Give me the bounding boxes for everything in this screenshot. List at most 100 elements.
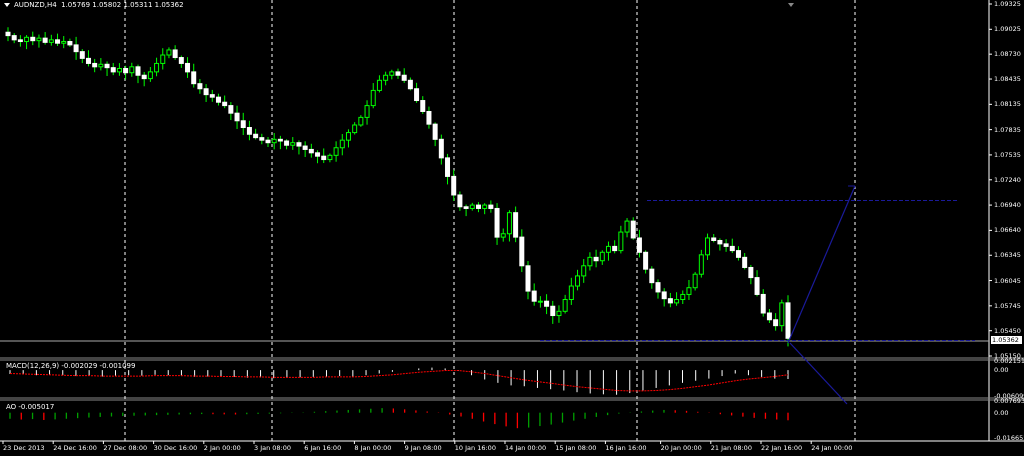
price-tick-label: 1.08135 (994, 100, 1021, 109)
candle-body (185, 62, 191, 73)
candle-body (463, 206, 469, 209)
candle-body (766, 312, 772, 321)
candle-body (73, 44, 79, 53)
time-tick-label: 23 Dec 2013 (3, 444, 45, 452)
candle-body (624, 220, 630, 233)
candle-body (92, 62, 98, 68)
candle-body (240, 120, 246, 129)
candle-body (383, 74, 389, 81)
candle-body (550, 305, 556, 317)
candle-body (785, 302, 791, 339)
time-tick-label: 20 Jan 00:00 (660, 444, 702, 452)
ao-tick-label: 0.007693 (994, 397, 1024, 405)
candle-body (420, 100, 426, 112)
price-tick-label: 1.05745 (994, 301, 1021, 310)
candle-body (67, 41, 73, 46)
candle-body (469, 204, 475, 209)
candle-body (568, 285, 574, 301)
candle-body (556, 310, 562, 317)
candle-body (587, 256, 593, 267)
candle-body (599, 251, 605, 262)
candle-body (364, 105, 370, 118)
candle-body (24, 36, 30, 43)
candle-body (253, 133, 259, 139)
candle-body (475, 204, 481, 209)
candle-body (98, 63, 104, 68)
time-tick-label: 27 Dec 08:00 (103, 444, 148, 452)
candle-body (432, 123, 438, 140)
candle-body (692, 273, 698, 289)
candle-body (401, 74, 407, 81)
candle-body (513, 212, 519, 238)
candle-body (129, 66, 135, 74)
candle-body (544, 300, 550, 307)
candle-body (643, 251, 649, 270)
candle-body (717, 239, 723, 245)
candle-body (674, 299, 680, 304)
candle-body (17, 39, 23, 43)
candle-body (705, 237, 711, 256)
time-tick-label: 22 Jan 16:00 (761, 444, 803, 452)
candle-body (345, 132, 351, 141)
candle-body (160, 54, 166, 64)
candle-body (135, 66, 141, 76)
candle-body (123, 67, 129, 74)
candle-body (661, 291, 667, 300)
chart-window[interactable]: AUDNZD,H4 1.05769 1.05802 1.05311 1.0536… (0, 0, 1024, 456)
candle-body (636, 237, 642, 253)
candle-body (531, 290, 537, 302)
candle-body (370, 89, 376, 107)
time-tick-label: 30 Dec 16:00 (153, 444, 198, 452)
chart-symbol-header: AUDNZD,H4 1.05769 1.05802 1.05311 1.0536… (14, 1, 184, 9)
candle-body (215, 96, 221, 103)
symbol-menu-arrow-icon[interactable] (4, 3, 10, 7)
candle-body (562, 299, 568, 312)
candle-body (438, 138, 444, 159)
macd-label: MACD(12,26,9) -0.002029 -0.001099 (6, 362, 136, 370)
candle-body (104, 63, 110, 69)
candle-body (605, 245, 611, 253)
price-tick-label: 1.07240 (994, 175, 1021, 184)
candle-body (395, 71, 401, 76)
candle-body (358, 116, 364, 126)
candle-body (61, 41, 67, 44)
candle-body (519, 236, 525, 267)
candle-body (457, 194, 463, 208)
candle-body (488, 204, 494, 209)
time-tick-label: 9 Jan 08:00 (404, 444, 442, 452)
candle-body (581, 265, 587, 277)
ao-tick-label: 0.00 (994, 408, 1009, 417)
candle-body (141, 74, 147, 80)
candle-body (197, 83, 203, 90)
candle-body (680, 293, 686, 301)
ao-label: AO -0.005017 (6, 403, 55, 411)
price-tick-label: 1.06345 (994, 251, 1021, 260)
price-tick-label: 1.07835 (994, 125, 1021, 134)
candle-body (302, 145, 308, 150)
time-tick-label: 16 Jan 16:00 (605, 444, 647, 452)
candle-body (698, 254, 704, 275)
candle-body (11, 35, 17, 41)
candle-body (147, 71, 153, 80)
price-tick-label: 1.05450 (994, 326, 1021, 335)
time-tick-label: 14 Jan 00:00 (505, 444, 547, 452)
candle-body (723, 243, 729, 247)
time-tick-label: 2 Jan 00:00 (203, 444, 241, 452)
candle-body (575, 275, 581, 287)
candle-body (284, 140, 290, 146)
current-price-tag: 1.05362 (991, 336, 1022, 344)
candle-body (203, 88, 209, 96)
price-tick-label: 1.06640 (994, 226, 1021, 235)
time-tick-label: 24 Jan 00:00 (811, 444, 853, 452)
price-tick-label: 1.09325 (994, 0, 1021, 8)
time-tick-label: 8 Jan 00:00 (354, 444, 392, 452)
candle-body (191, 71, 197, 85)
candle-body (259, 137, 265, 141)
candle-body (352, 124, 358, 134)
time-tick-label: 10 Jan 16:00 (454, 444, 496, 452)
candle-body (618, 231, 624, 252)
candle-body (296, 142, 302, 147)
projection-line-up (787, 185, 856, 344)
candle-body (327, 154, 333, 161)
price-chart[interactable] (0, 0, 1024, 456)
